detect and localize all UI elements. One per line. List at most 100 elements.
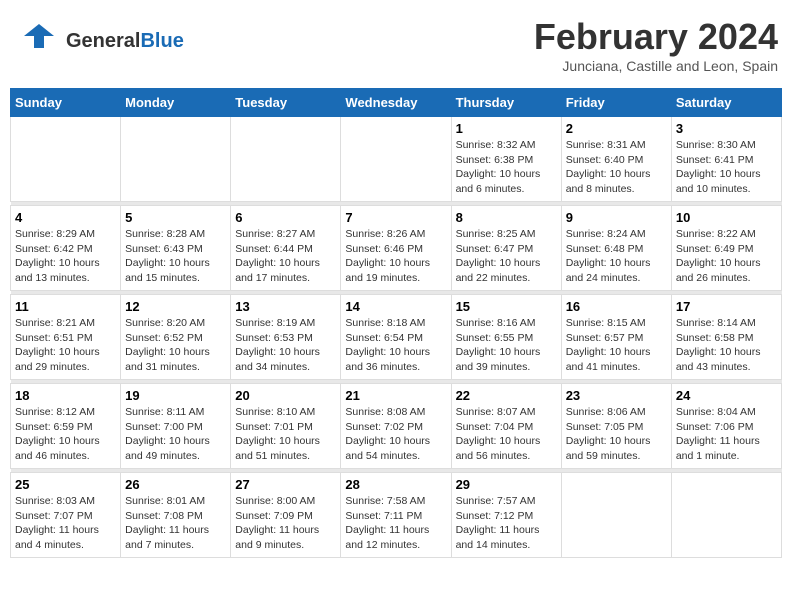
day-number: 13 [235,299,336,314]
day-info: Sunrise: 7:57 AM Sunset: 7:12 PM Dayligh… [456,494,557,553]
day-info: Sunrise: 8:22 AM Sunset: 6:49 PM Dayligh… [676,227,777,286]
week-row-1: 1Sunrise: 8:32 AM Sunset: 6:38 PM Daylig… [11,117,782,202]
day-number: 14 [345,299,446,314]
day-cell: 15 Sunrise: 8:16 AM Sunset: 6:55 PM Dayli… [451,295,561,380]
week-row-5: 25 Sunrise: 8:03 AM Sunset: 7:07 PM Dayli… [11,473,782,558]
day-info: Sunrise: 8:10 AM Sunset: 7:01 PM Dayligh… [235,405,336,464]
day-info: Sunrise: 8:28 AM Sunset: 6:43 PM Dayligh… [125,227,226,286]
day-number: 12 [125,299,226,314]
day-cell: 10 Sunrise: 8:22 AM Sunset: 6:49 PM Dayli… [671,206,781,291]
day-number: 16 [566,299,667,314]
day-number: 11 [15,299,116,314]
calendar-table: SundayMondayTuesdayWednesdayThursdayFrid… [10,88,782,558]
day-number: 25 [15,477,116,492]
day-info: Sunrise: 8:25 AM Sunset: 6:47 PM Dayligh… [456,227,557,286]
sub-title: Junciana, Castille and Leon, Spain [534,58,778,74]
day-number: 8 [456,210,557,225]
logo-svg [14,16,64,66]
day-cell: 12 Sunrise: 8:20 AM Sunset: 6:52 PM Dayli… [121,295,231,380]
day-info: Sunrise: 8:03 AM Sunset: 7:07 PM Dayligh… [15,494,116,553]
day-cell: 9 Sunrise: 8:24 AM Sunset: 6:48 PM Daylig… [561,206,671,291]
header-cell-tuesday: Tuesday [231,89,341,117]
day-number: 3 [676,121,777,136]
day-info: Sunrise: 8:15 AM Sunset: 6:57 PM Dayligh… [566,316,667,375]
day-cell: 28 Sunrise: 7:58 AM Sunset: 7:11 PM Dayli… [341,473,451,558]
day-cell: 1Sunrise: 8:32 AM Sunset: 6:38 PM Daylig… [451,117,561,202]
day-cell [341,117,451,202]
week-row-2: 4 Sunrise: 8:29 AM Sunset: 6:42 PM Daylig… [11,206,782,291]
day-cell: 19Sunrise: 8:11 AM Sunset: 7:00 PM Dayli… [121,384,231,469]
day-number: 26 [125,477,226,492]
day-info: Sunrise: 8:12 AM Sunset: 6:59 PM Dayligh… [15,405,116,464]
day-cell: 27 Sunrise: 8:00 AM Sunset: 7:09 PM Dayli… [231,473,341,558]
day-cell: 3 Sunrise: 8:30 AM Sunset: 6:41 PM Daylig… [671,117,781,202]
day-info: Sunrise: 8:14 AM Sunset: 6:58 PM Dayligh… [676,316,777,375]
logo-text: GeneralBlue [66,30,184,53]
day-number: 23 [566,388,667,403]
day-number: 20 [235,388,336,403]
header-cell-thursday: Thursday [451,89,561,117]
title-block: February 2024 Junciana, Castille and Leo… [534,16,778,74]
day-cell: 21Sunrise: 8:08 AM Sunset: 7:02 PM Dayli… [341,384,451,469]
day-cell: 22 Sunrise: 8:07 AM Sunset: 7:04 PM Dayli… [451,384,561,469]
day-cell: 29 Sunrise: 7:57 AM Sunset: 7:12 PM Dayli… [451,473,561,558]
calendar-body: 1Sunrise: 8:32 AM Sunset: 6:38 PM Daylig… [11,117,782,558]
day-cell: 2Sunrise: 8:31 AM Sunset: 6:40 PM Daylig… [561,117,671,202]
day-info: Sunrise: 8:29 AM Sunset: 6:42 PM Dayligh… [15,227,116,286]
page-header: GeneralBlue February 2024 Junciana, Cast… [10,10,782,80]
day-number: 6 [235,210,336,225]
day-cell [11,117,121,202]
header-cell-wednesday: Wednesday [341,89,451,117]
day-number: 22 [456,388,557,403]
day-number: 24 [676,388,777,403]
day-info: Sunrise: 8:24 AM Sunset: 6:48 PM Dayligh… [566,227,667,286]
day-number: 15 [456,299,557,314]
day-info: Sunrise: 8:11 AM Sunset: 7:00 PM Dayligh… [125,405,226,464]
day-info: Sunrise: 8:21 AM Sunset: 6:51 PM Dayligh… [15,316,116,375]
day-cell [121,117,231,202]
day-number: 18 [15,388,116,403]
header-row: SundayMondayTuesdayWednesdayThursdayFrid… [11,89,782,117]
day-cell: 16 Sunrise: 8:15 AM Sunset: 6:57 PM Dayli… [561,295,671,380]
day-cell [231,117,341,202]
day-cell: 18 Sunrise: 8:12 AM Sunset: 6:59 PM Dayli… [11,384,121,469]
day-info: Sunrise: 8:20 AM Sunset: 6:52 PM Dayligh… [125,316,226,375]
day-number: 29 [456,477,557,492]
day-cell [561,473,671,558]
week-row-4: 18 Sunrise: 8:12 AM Sunset: 6:59 PM Dayli… [11,384,782,469]
day-cell: 7Sunrise: 8:26 AM Sunset: 6:46 PM Daylig… [341,206,451,291]
day-number: 4 [15,210,116,225]
header-cell-monday: Monday [121,89,231,117]
day-info: Sunrise: 8:07 AM Sunset: 7:04 PM Dayligh… [456,405,557,464]
day-number: 9 [566,210,667,225]
day-cell: 23 Sunrise: 8:06 AM Sunset: 7:05 PM Dayli… [561,384,671,469]
day-info: Sunrise: 8:01 AM Sunset: 7:08 PM Dayligh… [125,494,226,553]
day-info: Sunrise: 8:30 AM Sunset: 6:41 PM Dayligh… [676,138,777,197]
day-info: Sunrise: 8:04 AM Sunset: 7:06 PM Dayligh… [676,405,777,464]
header-cell-friday: Friday [561,89,671,117]
day-info: Sunrise: 8:27 AM Sunset: 6:44 PM Dayligh… [235,227,336,286]
day-cell: 6 Sunrise: 8:27 AM Sunset: 6:44 PM Daylig… [231,206,341,291]
day-info: Sunrise: 7:58 AM Sunset: 7:11 PM Dayligh… [345,494,446,553]
day-cell: 14 Sunrise: 8:18 AM Sunset: 6:54 PM Dayli… [341,295,451,380]
day-info: Sunrise: 8:31 AM Sunset: 6:40 PM Dayligh… [566,138,667,197]
header-cell-sunday: Sunday [11,89,121,117]
day-cell: 20 Sunrise: 8:10 AM Sunset: 7:01 PM Dayli… [231,384,341,469]
day-number: 17 [676,299,777,314]
day-number: 27 [235,477,336,492]
day-info: Sunrise: 8:06 AM Sunset: 7:05 PM Dayligh… [566,405,667,464]
day-cell: 25 Sunrise: 8:03 AM Sunset: 7:07 PM Dayli… [11,473,121,558]
day-cell: 4 Sunrise: 8:29 AM Sunset: 6:42 PM Daylig… [11,206,121,291]
main-title: February 2024 [534,16,778,58]
logo: GeneralBlue [14,16,184,66]
day-info: Sunrise: 8:19 AM Sunset: 6:53 PM Dayligh… [235,316,336,375]
day-info: Sunrise: 8:08 AM Sunset: 7:02 PM Dayligh… [345,405,446,464]
day-number: 10 [676,210,777,225]
day-cell: 24 Sunrise: 8:04 AM Sunset: 7:06 PM Dayli… [671,384,781,469]
day-cell: 13 Sunrise: 8:19 AM Sunset: 6:53 PM Dayli… [231,295,341,380]
day-number: 28 [345,477,446,492]
day-info: Sunrise: 8:16 AM Sunset: 6:55 PM Dayligh… [456,316,557,375]
week-row-3: 11 Sunrise: 8:21 AM Sunset: 6:51 PM Dayli… [11,295,782,380]
day-info: Sunrise: 8:00 AM Sunset: 7:09 PM Dayligh… [235,494,336,553]
day-info: Sunrise: 8:18 AM Sunset: 6:54 PM Dayligh… [345,316,446,375]
